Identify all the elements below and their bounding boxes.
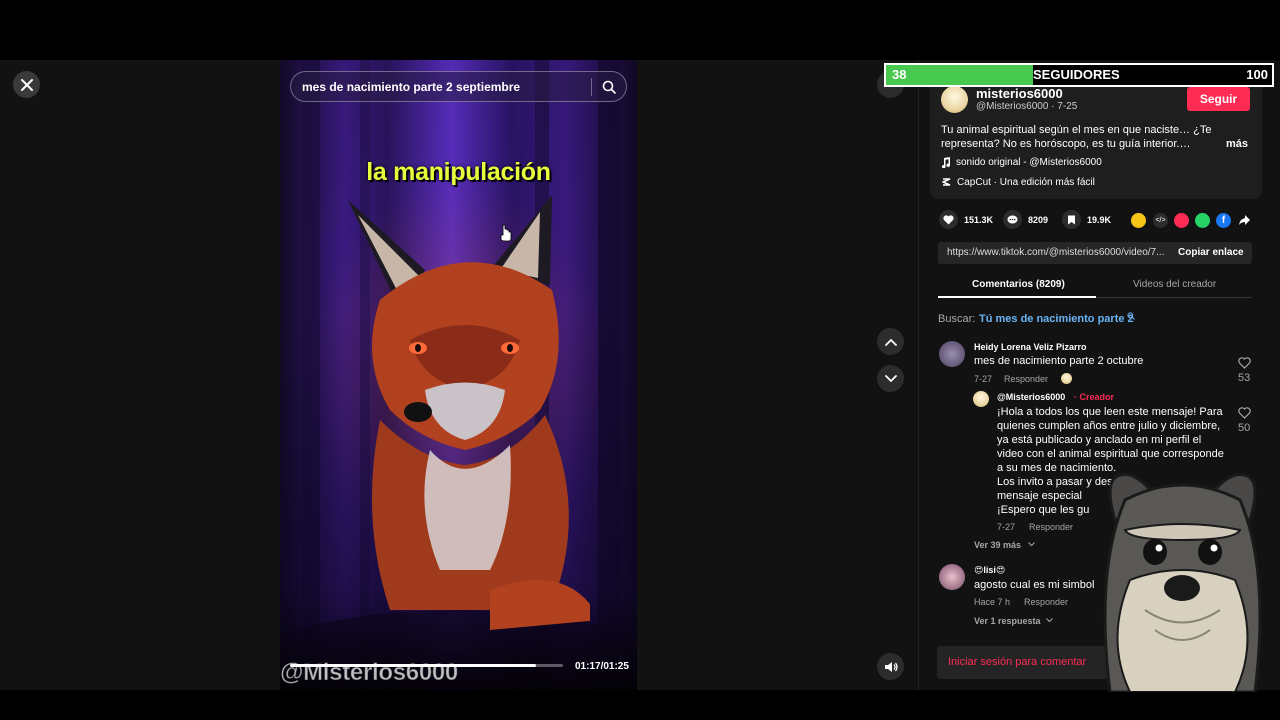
video-search-bar[interactable] [290,71,627,102]
close-icon [20,78,33,91]
comment-avatar[interactable] [939,564,965,590]
comment-button[interactable] [1003,210,1022,229]
follower-goal-bar: 38 SEGUIDORES 100 [884,63,1274,87]
reply-text-line: video con el animal espiritual que corre… [997,448,1224,460]
music-note-icon [941,157,951,168]
reply-like-icon[interactable] [1238,407,1251,419]
follower-goal-target: 100 [1246,67,1268,82]
close-button[interactable] [13,71,40,98]
reply-avatar[interactable] [973,391,989,407]
reply-reply-button[interactable]: Responder [1029,522,1073,532]
search-input[interactable] [291,72,591,101]
like-button[interactable] [939,210,958,229]
like-count: 151.3K [964,215,994,225]
mouse-cursor-icon [500,224,512,242]
video-caption: la manipulación [366,158,551,186]
comment-reply-button[interactable]: Responder [1004,374,1048,384]
comment-like-count: 53 [1238,372,1251,384]
sound-link[interactable]: sonido original - @Misterios6000 [956,157,1102,168]
save-button[interactable] [1062,210,1081,229]
reply-date: 7-27 [997,522,1016,532]
comment-user[interactable]: Heidy Lorena Veliz Pizarro [974,342,1087,352]
tab-active-indicator [938,296,1096,298]
reply-text-line: mensaje especial [997,490,1082,502]
comment-user[interactable]: 😍lisi😍 [974,565,1005,576]
whatsapp-icon[interactable] [1195,213,1210,228]
chevron-down-icon [1046,618,1053,623]
top-letterbox [0,0,1280,60]
description-more-link[interactable]: más [1226,138,1248,150]
reply-text-line: ¡Hola a todos los que leen este mensaje!… [997,406,1223,418]
video-progress-bar[interactable] [290,664,563,667]
follower-goal-label: SEGUIDORES [1033,67,1120,82]
search-suggestion-link[interactable]: Tú mes de nacimiento parte 2 [979,313,1134,325]
follow-button[interactable]: Seguir [1187,87,1250,111]
reply-text-line: ¡Espero que les gu [997,504,1090,516]
search-button[interactable] [592,72,626,101]
comment-icon [1007,215,1018,223]
fox-illustration [348,195,590,630]
view-more-replies[interactable]: Ver 39 más [974,540,1021,550]
chevron-down-icon [1028,542,1035,547]
reply-text-line: ya está publicado y anclado en mi perfil… [997,434,1202,446]
next-video-button[interactable] [877,365,904,392]
save-count: 19.9K [1087,215,1112,225]
login-to-comment-link[interactable]: Iniciar sesión para comentar [948,656,1086,668]
follower-goal-current: 38 [892,67,907,82]
screen: la manipulación @Misterios6000 01:17/01:… [0,0,1280,720]
comment-text: mes de nacimiento parte 2 octubre [974,355,1144,367]
facebook-icon[interactable]: f [1216,213,1231,228]
comment-avatar[interactable] [939,341,965,367]
creator-name[interactable]: misterios6000 [976,86,1063,101]
heart-icon [943,214,954,224]
video-progress-fill [290,664,536,667]
share-arrow-icon[interactable] [1238,214,1251,226]
reply-user[interactable]: @Misterios6000 [997,392,1065,402]
capcut-icon [942,178,951,186]
description-line-1: Tu animal espiritual según el mes en que… [941,124,1212,136]
schnauzer-mascot-overlay [1103,473,1262,692]
tab-comments[interactable]: Comentarios (8209) [972,279,1065,290]
creator-avatar[interactable] [941,86,968,113]
comment-date: Hace 7 h [974,597,1011,607]
reply-like-count: 50 [1238,422,1251,434]
search-suggestion-icon [1127,312,1135,320]
bottom-letterbox [0,690,1280,720]
video-link-url[interactable]: https://www.tiktok.com/@misterios6000/vi… [947,247,1177,258]
video-timecode: 01:17/01:25 [575,661,629,672]
send-icon[interactable] [1174,213,1189,228]
comment-reply-button[interactable]: Responder [1024,597,1068,607]
search-icon [602,80,616,94]
tab-creator-videos[interactable]: Videos del creador [1133,279,1216,290]
embed-icon[interactable]: </> [1153,213,1168,228]
capcut-link[interactable]: CapCut · Una edición más fácil [957,177,1095,188]
comment-date: 7-27 [974,374,993,384]
comment-count: 8209 [1028,215,1049,225]
speaker-icon [884,661,898,672]
chevron-up-icon [884,338,897,346]
creator-liked-avatar [1061,373,1072,384]
description-line-2: representa? No es horóscopo, es tu guía … [941,138,1191,150]
follower-goal-fill [886,65,1033,85]
chevron-down-icon [884,374,897,382]
comment-text: agosto cual es mi simbol [974,579,1095,591]
search-suggestion-prefix: Buscar: [938,313,976,325]
previous-video-button[interactable] [877,328,904,355]
reward-icon[interactable] [1131,213,1146,228]
creator-handle-date: @Misterios6000 · 7-25 [976,101,1078,112]
volume-button[interactable] [877,653,904,680]
panel-divider [918,60,919,690]
copy-link-button[interactable]: Copiar enlace [1178,247,1244,258]
view-replies[interactable]: Ver 1 respuesta [974,616,1041,626]
comment-like-icon[interactable] [1238,357,1251,369]
reply-text-line: quienes cumplen años entre julio y dicie… [997,420,1221,432]
creator-badge: · Creador [1074,392,1115,402]
bookmark-icon [1068,215,1075,224]
